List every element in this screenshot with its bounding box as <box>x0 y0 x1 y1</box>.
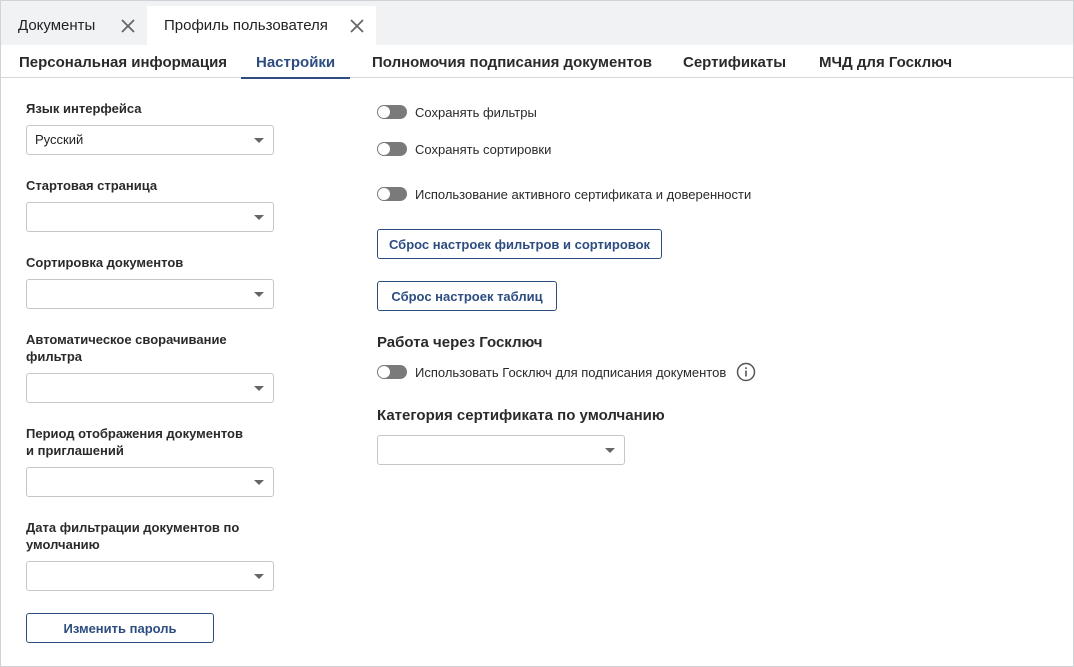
active-cert-label: Использование активного сертификата и до… <box>415 186 752 202</box>
auto-collapse-label: Автоматическое сворачивание фильтра <box>26 332 227 364</box>
tab-personal-info[interactable]: Персональная информация <box>19 45 227 78</box>
tab-certificates[interactable]: Сертификаты <box>683 45 786 78</box>
info-icon[interactable] <box>736 362 756 382</box>
chevron-down-icon <box>254 215 264 220</box>
start-page-select[interactable] <box>26 202 274 232</box>
tab-documents[interactable]: Документы <box>1 6 147 45</box>
period-label: Период отображения документов и приглаше… <box>26 425 266 459</box>
document-tab-bar: Документы Профиль пользователя <box>1 1 1073 45</box>
use-goskey-toggle[interactable] <box>377 365 407 379</box>
use-goskey-row: Использовать Госключ для подписания доку… <box>377 362 756 382</box>
filter-date-label: Дата фильтрации документов по умолчанию <box>26 520 240 552</box>
save-filters-toggle[interactable] <box>377 105 407 119</box>
start-page-label: Стартовая страница <box>26 178 158 193</box>
active-cert-row: Использование активного сертификата и до… <box>377 185 751 203</box>
save-sorting-label: Сохранять сортировки <box>415 141 552 157</box>
close-icon[interactable] <box>119 17 137 35</box>
save-filters-label: Сохранять фильтры <box>415 104 537 120</box>
tab-user-profile-label: Профиль пользователя <box>164 17 328 34</box>
period-label-line2: и приглашений <box>26 443 124 458</box>
period-label-line1: Период отображения документов <box>26 426 243 441</box>
save-sorting-toggle[interactable] <box>377 142 407 156</box>
language-label: Язык интерфейса <box>26 101 142 116</box>
filter-date-select[interactable] <box>26 561 274 591</box>
chevron-down-icon <box>254 574 264 579</box>
auto-collapse-select[interactable] <box>26 373 274 403</box>
tab-mchd-goskey[interactable]: МЧД для Госключ <box>819 45 952 78</box>
tab-user-profile[interactable]: Профиль пользователя <box>147 6 376 45</box>
change-password-button[interactable]: Изменить пароль <box>26 613 214 643</box>
doc-sort-select[interactable] <box>26 279 274 309</box>
settings-section-tabs: Персональная информация Настройки Полном… <box>1 45 1073 79</box>
language-select-value: Русский <box>35 132 84 147</box>
chevron-down-icon <box>605 448 615 453</box>
reset-filters-sorting-button[interactable]: Сброс настроек фильтров и сортировок <box>377 229 662 259</box>
tab-documents-label: Документы <box>18 17 96 34</box>
save-sorting-row: Сохранять сортировки <box>377 140 551 158</box>
chevron-down-icon <box>254 292 264 297</box>
period-select[interactable] <box>26 467 274 497</box>
goskey-section-title: Работа через Госключ <box>377 334 543 351</box>
profile-window: Документы Профиль пользователя Персональ… <box>0 0 1074 667</box>
reset-tables-button[interactable]: Сброс настроек таблиц <box>377 281 557 311</box>
active-cert-toggle[interactable] <box>377 187 407 201</box>
save-filters-row: Сохранять фильтры <box>377 103 537 121</box>
language-select[interactable]: Русский <box>26 125 274 155</box>
tab-settings[interactable]: Настройки <box>240 45 351 79</box>
cert-category-title: Категория сертификата по умолчанию <box>377 407 665 424</box>
cert-category-select[interactable] <box>377 435 625 465</box>
chevron-down-icon <box>254 386 264 391</box>
chevron-down-icon <box>254 480 264 485</box>
chevron-down-icon <box>254 138 264 143</box>
doc-sort-label: Сортировка документов <box>26 255 184 270</box>
tab-signing-authority[interactable]: Полномочия подписания документов <box>372 45 652 78</box>
use-goskey-label: Использовать Госключ для подписания доку… <box>415 364 727 380</box>
close-icon[interactable] <box>348 17 366 35</box>
